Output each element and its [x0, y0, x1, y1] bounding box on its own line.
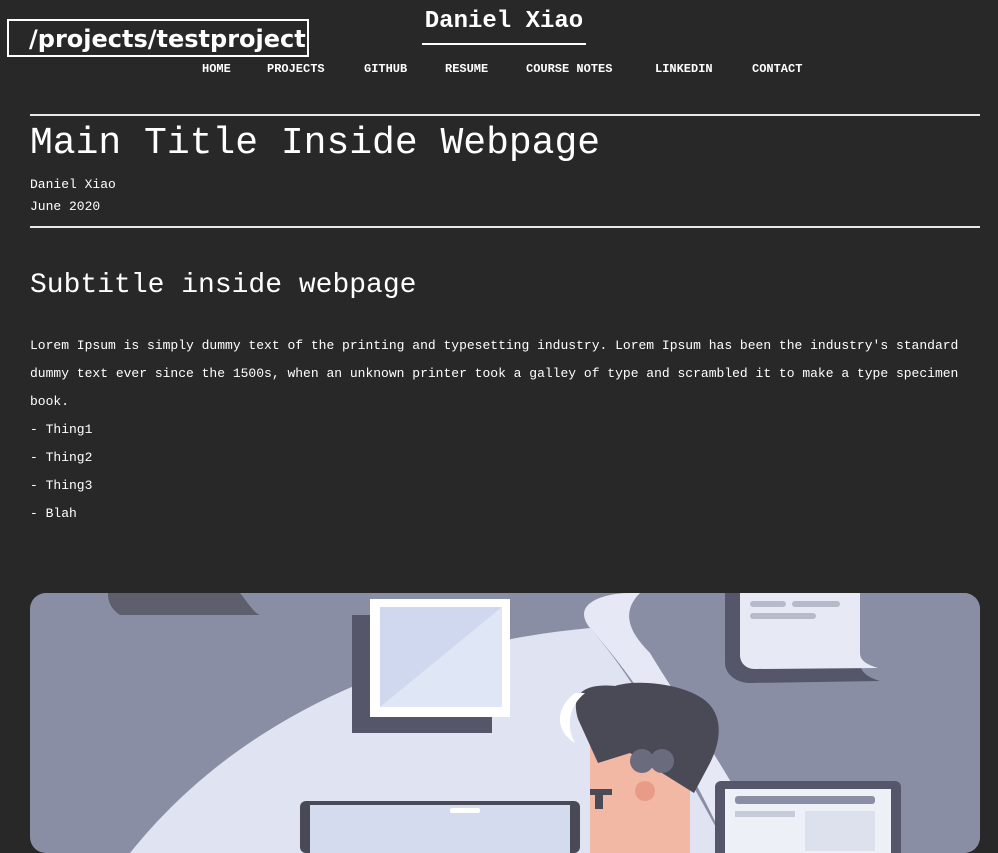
list-item: - Thing2	[30, 450, 93, 465]
page-subtitle: Subtitle inside webpage	[30, 270, 417, 301]
header-divider-top	[30, 114, 980, 116]
nav-home[interactable]: HOME	[202, 62, 231, 76]
page-title: Main Title Inside Webpage	[30, 122, 601, 165]
illustration-svg	[108, 593, 980, 853]
person-at-computer-illustration	[30, 593, 980, 853]
header-divider-bottom	[30, 226, 980, 228]
main-nav: HOME PROJECTS GITHUB RESUME COURSE NOTES…	[0, 62, 998, 80]
nav-projects[interactable]: PROJECTS	[267, 62, 325, 76]
list-item: - Thing3	[30, 478, 93, 493]
author-name: Daniel Xiao	[30, 177, 116, 192]
site-title[interactable]: Daniel Xiao	[422, 8, 586, 45]
nav-course-notes[interactable]: COURSE NOTES	[526, 62, 612, 76]
path-label: /projects/testproject	[7, 19, 309, 57]
publish-date: June 2020	[30, 199, 101, 214]
nav-resume[interactable]: RESUME	[445, 62, 488, 76]
list-item: - Thing1	[30, 422, 93, 437]
nav-contact[interactable]: CONTACT	[752, 62, 802, 76]
nav-github[interactable]: GITHUB	[364, 62, 407, 76]
article-paragraph: Lorem Ipsum is simply dummy text of the …	[30, 338, 959, 409]
article-body: Lorem Ipsum is simply dummy text of the …	[30, 332, 980, 528]
list-item: - Blah	[30, 506, 77, 521]
nav-linkedin[interactable]: LINKEDIN	[655, 62, 713, 76]
